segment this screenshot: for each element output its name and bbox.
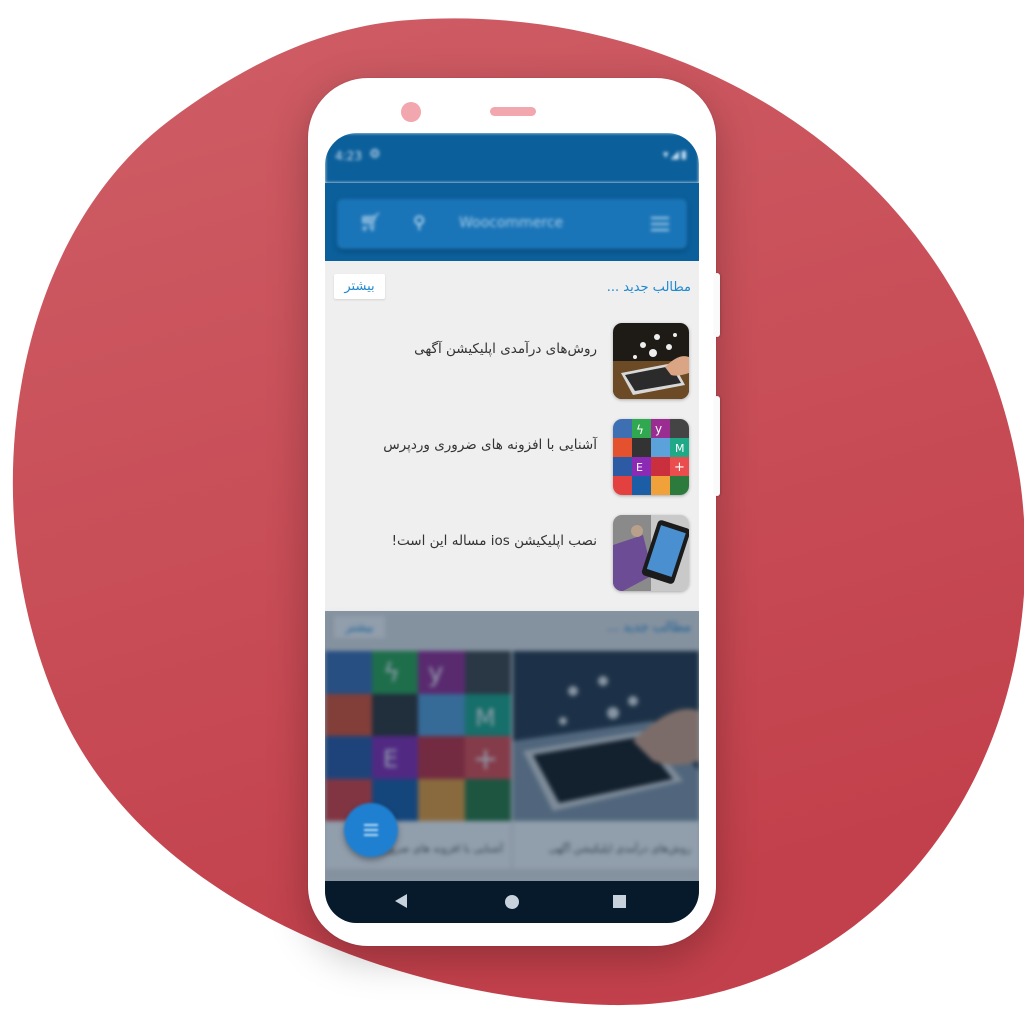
post-item[interactable]: نصب اپلیکیشن ios مساله این است!: [325, 515, 689, 593]
power-button: [714, 273, 720, 337]
post-item[interactable]: ϟy M E + آشنایی با افزونه های ضروری وردپر…: [325, 419, 689, 497]
back-icon[interactable]: [395, 894, 407, 908]
post-title: نصب اپلیکیشن ios مساله این است!: [391, 533, 597, 549]
menu-icon[interactable]: [651, 217, 669, 235]
front-camera: [401, 102, 421, 122]
phone-frame: 4:23 ⚙ ▾◢▮ 🛒︎ ⚲ Woocommerce مطالب جدید .…: [308, 78, 720, 946]
earpiece-speaker: [490, 107, 536, 116]
fab-menu-button[interactable]: [344, 803, 398, 857]
latest-posts-section: مطالب جدید ... بیشتر •: [325, 261, 699, 611]
cart-icon[interactable]: 🛒︎: [359, 212, 382, 233]
post-thumbnail: ϟy M E +: [613, 419, 689, 495]
svg-text:+: +: [674, 460, 685, 475]
app-toolbar: 🛒︎ ⚲ Woocommerce: [325, 183, 699, 261]
post-thumbnail: [613, 323, 689, 399]
search-bar[interactable]: 🛒︎ ⚲ Woocommerce: [337, 199, 687, 249]
settings-icon: ⚙: [369, 147, 381, 162]
signal-battery-icon: ▾◢▮: [662, 148, 689, 161]
search-icon[interactable]: ⚲: [413, 213, 425, 233]
recents-icon[interactable]: [613, 895, 626, 908]
status-time: 4:23: [335, 149, 362, 163]
post-item[interactable]: • روش‌های درآمدی اپلیکیشن آگهی: [325, 323, 689, 401]
svg-text:M: M: [675, 442, 685, 455]
section-title: مطالب جدید ...: [606, 280, 691, 295]
post-title: روش‌های درآمدی اپلیکیشن آگهی: [414, 341, 597, 357]
more-button[interactable]: بیشتر: [334, 274, 385, 299]
search-input[interactable]: Woocommerce: [459, 215, 563, 231]
svg-text:y: y: [655, 422, 662, 436]
home-icon[interactable]: [505, 895, 519, 909]
status-bar: 4:23 ⚙ ▾◢▮: [325, 133, 699, 183]
svg-text:ϟ: ϟ: [636, 423, 644, 437]
dim-overlay: [325, 611, 699, 923]
volume-button: [714, 396, 720, 496]
system-nav-bar: [325, 881, 699, 923]
phone-screen: 4:23 ⚙ ▾◢▮ 🛒︎ ⚲ Woocommerce مطالب جدید .…: [325, 133, 699, 923]
post-thumbnail: [613, 515, 689, 591]
post-title: آشنایی با افزونه های ضروری وردپرس: [383, 437, 597, 453]
svg-text:E: E: [636, 461, 643, 474]
